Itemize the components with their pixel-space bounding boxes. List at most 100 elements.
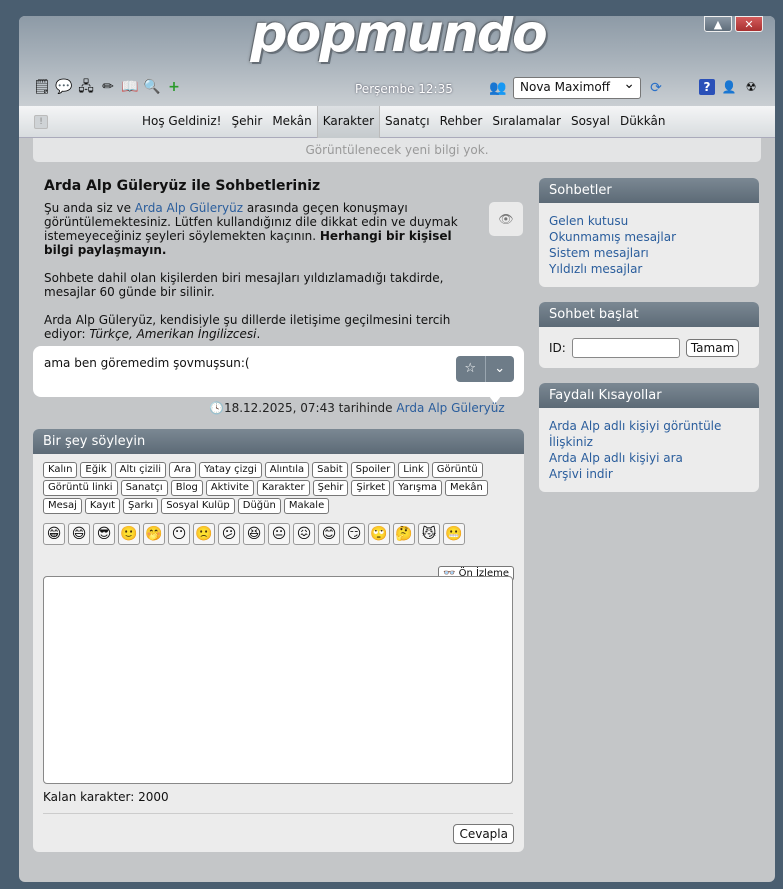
- call-person-link[interactable]: Arda Alp adlı kişiyi ara: [549, 450, 749, 466]
- clock-icon: 🕓: [209, 401, 224, 415]
- popmundo-logo[interactable]: popmundo: [233, 16, 563, 64]
- view-person-link[interactable]: Arda Alp adlı kişiyi görüntüle: [549, 418, 749, 434]
- format-button-company[interactable]: Şirket: [351, 480, 391, 496]
- format-button-social-club[interactable]: Sosyal Kulüp: [161, 498, 235, 514]
- notepad-icon[interactable]: 🗒: [33, 78, 51, 96]
- message-text: ama ben göremedim şovmuşsun:(: [44, 356, 250, 370]
- format-button-bold[interactable]: Kalın: [43, 462, 78, 478]
- format-button-wedding[interactable]: Düğün: [237, 498, 281, 514]
- nav-item-welcome[interactable]: Hoş Geldiniz!: [137, 106, 226, 138]
- ok-button[interactable]: Tamam: [685, 339, 740, 357]
- format-button-spoiler[interactable]: Spoiler: [350, 462, 396, 478]
- smiley-icon[interactable]: 🤔: [393, 523, 415, 545]
- page-title: Arda Alp Güleryüz ile Sohbetleriniz: [44, 178, 321, 194]
- network-icon[interactable]: 🖧: [77, 78, 95, 96]
- format-button-artist[interactable]: Sanatçı: [120, 480, 168, 496]
- id-input[interactable]: [571, 338, 680, 358]
- chevron-down-icon[interactable]: ⌄: [486, 356, 515, 382]
- format-button-image[interactable]: Görüntü: [431, 462, 483, 478]
- smiley-icon[interactable]: 😎: [93, 523, 115, 545]
- book-icon[interactable]: 📖: [121, 78, 139, 96]
- smiley-icon[interactable]: 😏: [343, 523, 365, 545]
- plus-icon[interactable]: +: [165, 78, 183, 96]
- help-icon[interactable]: ?: [699, 79, 715, 95]
- format-button-blog[interactable]: Blog: [170, 480, 203, 496]
- format-button-competition[interactable]: Yarışma: [393, 480, 442, 496]
- magnifier-icon[interactable]: 🔍: [143, 78, 161, 96]
- format-buttons: Kalın Eğik Altı çizili Ara Yatay çizgi A…: [43, 462, 513, 514]
- language-dot: .: [256, 327, 261, 341]
- format-button-venue[interactable]: Mekân: [444, 480, 488, 496]
- format-button-article[interactable]: Makale: [283, 498, 330, 514]
- smiley-icon[interactable]: 😄: [68, 523, 90, 545]
- format-button-character[interactable]: Karakter: [256, 480, 310, 496]
- message-meta: 🕓18.12.2025, 07:43 tarihinde Arda Alp Gü…: [209, 401, 505, 415]
- format-button-search[interactable]: Ara: [169, 462, 197, 478]
- toolbar: 🗒 💬 🖧 ✏ 📖 🔍 +: [33, 78, 183, 96]
- smiley-icon[interactable]: 😐: [268, 523, 290, 545]
- format-button-quote[interactable]: Alıntıla: [264, 462, 310, 478]
- nav-item-artist[interactable]: Sanatçı: [380, 106, 435, 138]
- smiley-icon[interactable]: 😶: [168, 523, 190, 545]
- smiley-icon[interactable]: 🙁: [193, 523, 215, 545]
- download-archive-link[interactable]: Arşivi indir: [549, 466, 749, 482]
- reply-button[interactable]: Cevapla: [453, 824, 514, 844]
- clock: Perşembe 12:35: [355, 82, 453, 96]
- star-icon[interactable]: ☆: [456, 356, 486, 382]
- format-button-fixed[interactable]: Sabit: [312, 462, 348, 478]
- nav-item-guide[interactable]: Rehber: [435, 106, 488, 138]
- language-note: Arda Alp Güleryüz, kendisiyle şu dillerd…: [44, 313, 484, 341]
- format-button-italic[interactable]: Eğik: [80, 462, 112, 478]
- format-button-image-link[interactable]: Görüntü linki: [43, 480, 118, 496]
- format-button-message[interactable]: Mesaj: [43, 498, 82, 514]
- smiley-icon[interactable]: 😖: [293, 523, 315, 545]
- nav-item-city[interactable]: Şehir: [226, 106, 267, 138]
- eye-icon[interactable]: 👁: [489, 202, 523, 236]
- start-chat-form: ID: Tamam: [549, 338, 740, 358]
- format-button-song[interactable]: Şarkı: [123, 498, 159, 514]
- character-select[interactable]: Nova Maximoff: [513, 76, 641, 99]
- nav-item-venue[interactable]: Mekân: [267, 106, 316, 138]
- format-button-activity[interactable]: Aktivite: [205, 480, 254, 496]
- profile-icon[interactable]: 👤: [721, 79, 737, 95]
- starred-link[interactable]: Yıldızlı mesajlar: [549, 261, 749, 277]
- chats-panel-title: Sohbetler: [539, 178, 759, 203]
- main-nav: ! Hoş Geldiniz! Şehir Mekân Karakter San…: [19, 106, 775, 138]
- participant-link[interactable]: Arda Alp Güleryüz: [135, 201, 243, 215]
- minimize-button[interactable]: ▲: [704, 16, 732, 32]
- shortcut-links: Arda Alp adlı kişiyi görüntüle İlişkiniz…: [539, 408, 759, 482]
- smiley-icon[interactable]: 😬: [443, 523, 465, 545]
- nav-item-rankings[interactable]: Sıralamalar: [487, 106, 566, 138]
- unread-link[interactable]: Okunmamış mesajlar: [549, 229, 749, 245]
- remaining-characters: Kalan karakter: 2000: [43, 790, 169, 804]
- nav-item-character[interactable]: Karakter: [316, 106, 381, 138]
- smiley-icon[interactable]: 😼: [418, 523, 440, 545]
- format-button-underline[interactable]: Altı çizili: [114, 462, 167, 478]
- message-author-link[interactable]: Arda Alp Güleryüz: [396, 401, 504, 415]
- message-textarea[interactable]: [43, 576, 513, 784]
- format-button-link[interactable]: Link: [398, 462, 429, 478]
- smiley-icon[interactable]: 🤭: [143, 523, 165, 545]
- smiley-icon[interactable]: 🙄: [368, 523, 390, 545]
- chats-panel: Sohbetler Gelen kutusu Okunmamış mesajla…: [539, 178, 759, 287]
- format-button-hr[interactable]: Yatay çizgi: [199, 462, 262, 478]
- format-button-city[interactable]: Şehir: [312, 480, 349, 496]
- chat-bubble-icon[interactable]: 💬: [55, 78, 73, 96]
- nav-item-shop[interactable]: Dükkân: [615, 106, 671, 138]
- smiley-icon[interactable]: 😆: [243, 523, 265, 545]
- relationship-link[interactable]: İlişkiniz: [549, 434, 749, 450]
- close-button[interactable]: ✕: [735, 16, 763, 32]
- nav-toggle-icon[interactable]: !: [34, 115, 48, 129]
- inbox-link[interactable]: Gelen kutusu: [549, 213, 749, 229]
- pencil-icon[interactable]: ✏: [99, 78, 117, 96]
- nav-item-social[interactable]: Sosyal: [566, 106, 615, 138]
- conversation-intro: Şu anda siz ve Arda Alp Güleryüz arasınd…: [44, 201, 484, 355]
- smiley-icon[interactable]: 🙂: [118, 523, 140, 545]
- format-button-record[interactable]: Kayıt: [84, 498, 121, 514]
- radiation-icon[interactable]: ☢: [743, 79, 759, 95]
- smiley-icon[interactable]: 😁: [43, 523, 65, 545]
- smiley-icon[interactable]: 😊: [318, 523, 340, 545]
- smiley-icon[interactable]: 😕: [218, 523, 240, 545]
- system-messages-link[interactable]: Sistem mesajları: [549, 245, 749, 261]
- refresh-icon[interactable]: ⟳: [647, 79, 665, 97]
